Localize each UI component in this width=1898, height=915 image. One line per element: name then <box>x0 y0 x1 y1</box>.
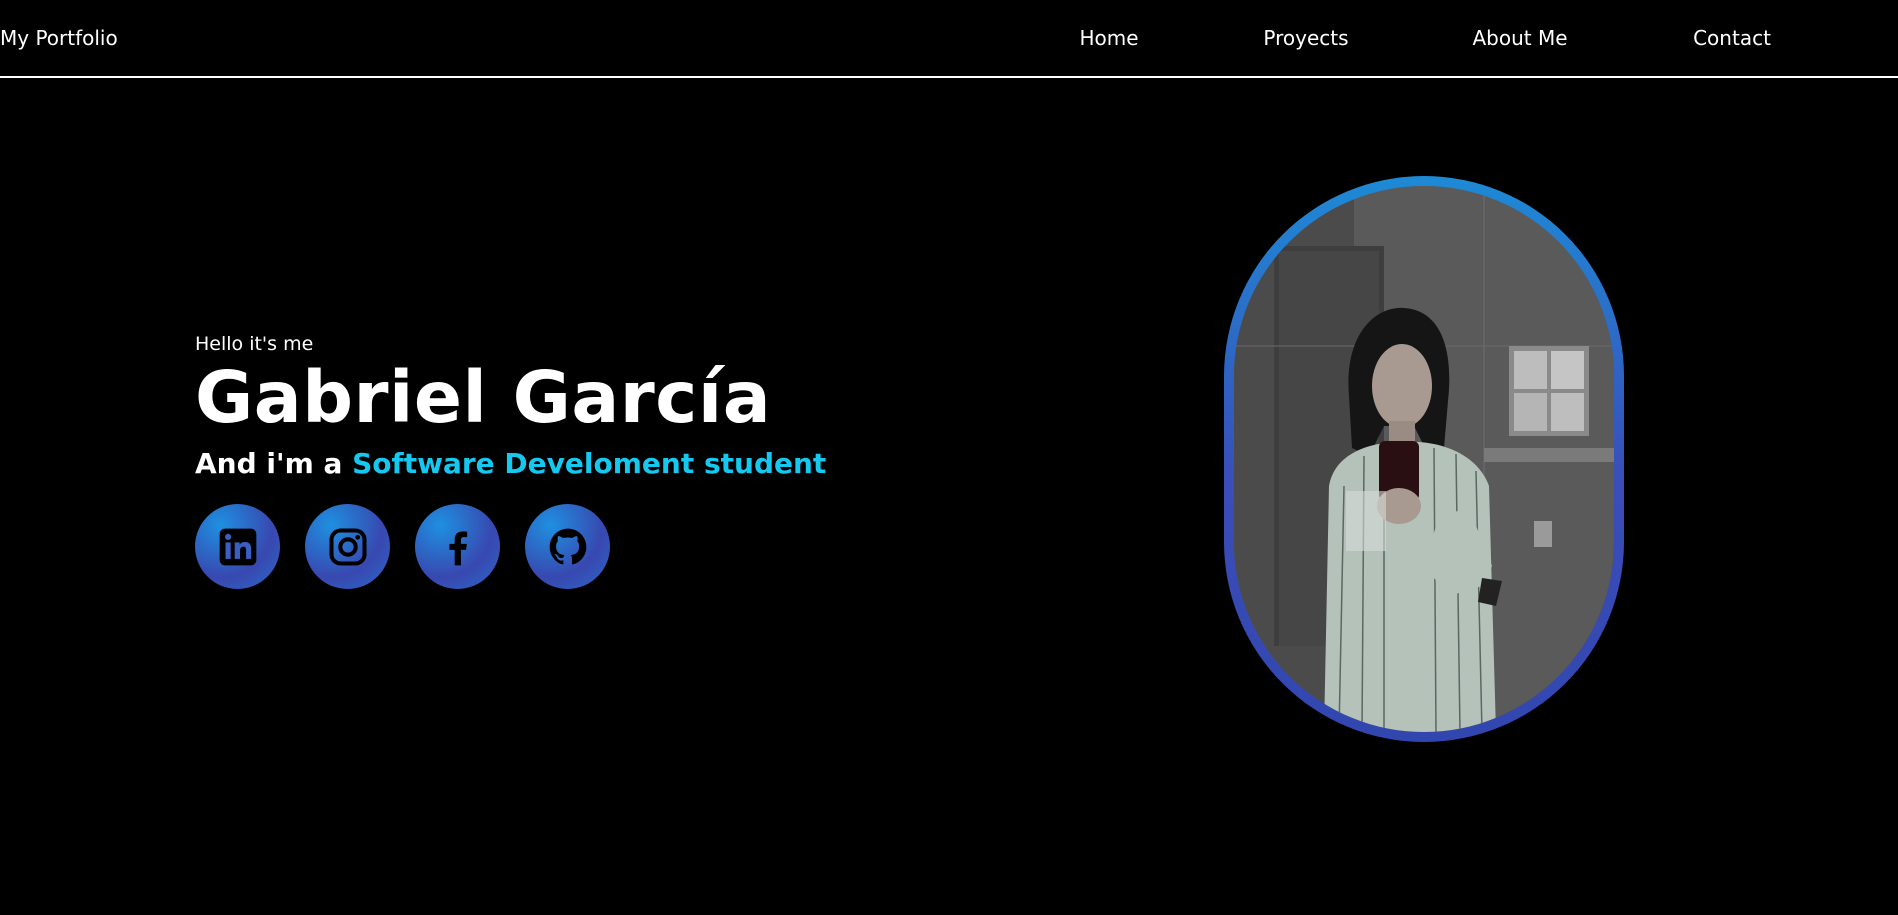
linkedin-icon <box>219 528 256 565</box>
role-prefix: And i'm a <box>195 447 353 480</box>
github-icon <box>549 528 586 564</box>
greeting-text: Hello it's me <box>195 333 314 355</box>
facebook-button[interactable] <box>415 504 500 589</box>
instagram-icon <box>328 527 367 566</box>
navbar: My Portfolio Home Proyects About Me Cont… <box>0 0 1898 78</box>
facebook-icon <box>448 530 467 565</box>
hero-name: Gabriel García <box>195 356 772 439</box>
brand-logo[interactable]: My Portfolio <box>0 26 118 50</box>
role-line: And i'm a Software Develoment student <box>195 444 826 484</box>
linkedin-button[interactable] <box>195 504 280 589</box>
profile-photo <box>1234 186 1614 732</box>
hero-section: Hello it's me Gabriel García And i'm a S… <box>195 330 826 589</box>
profile-photo-illustration <box>1234 186 1614 732</box>
github-button[interactable] <box>525 504 610 589</box>
profile-photo-frame <box>1224 176 1624 742</box>
nav-link-proyects[interactable]: Proyects <box>1263 26 1348 50</box>
instagram-button[interactable] <box>305 504 390 589</box>
nav-link-about-me[interactable]: About Me <box>1472 26 1567 50</box>
nav-link-home[interactable]: Home <box>1079 26 1138 50</box>
role-highlight: Software Develoment student <box>352 447 827 480</box>
nav-link-contact[interactable]: Contact <box>1693 26 1771 50</box>
social-links <box>195 504 826 589</box>
